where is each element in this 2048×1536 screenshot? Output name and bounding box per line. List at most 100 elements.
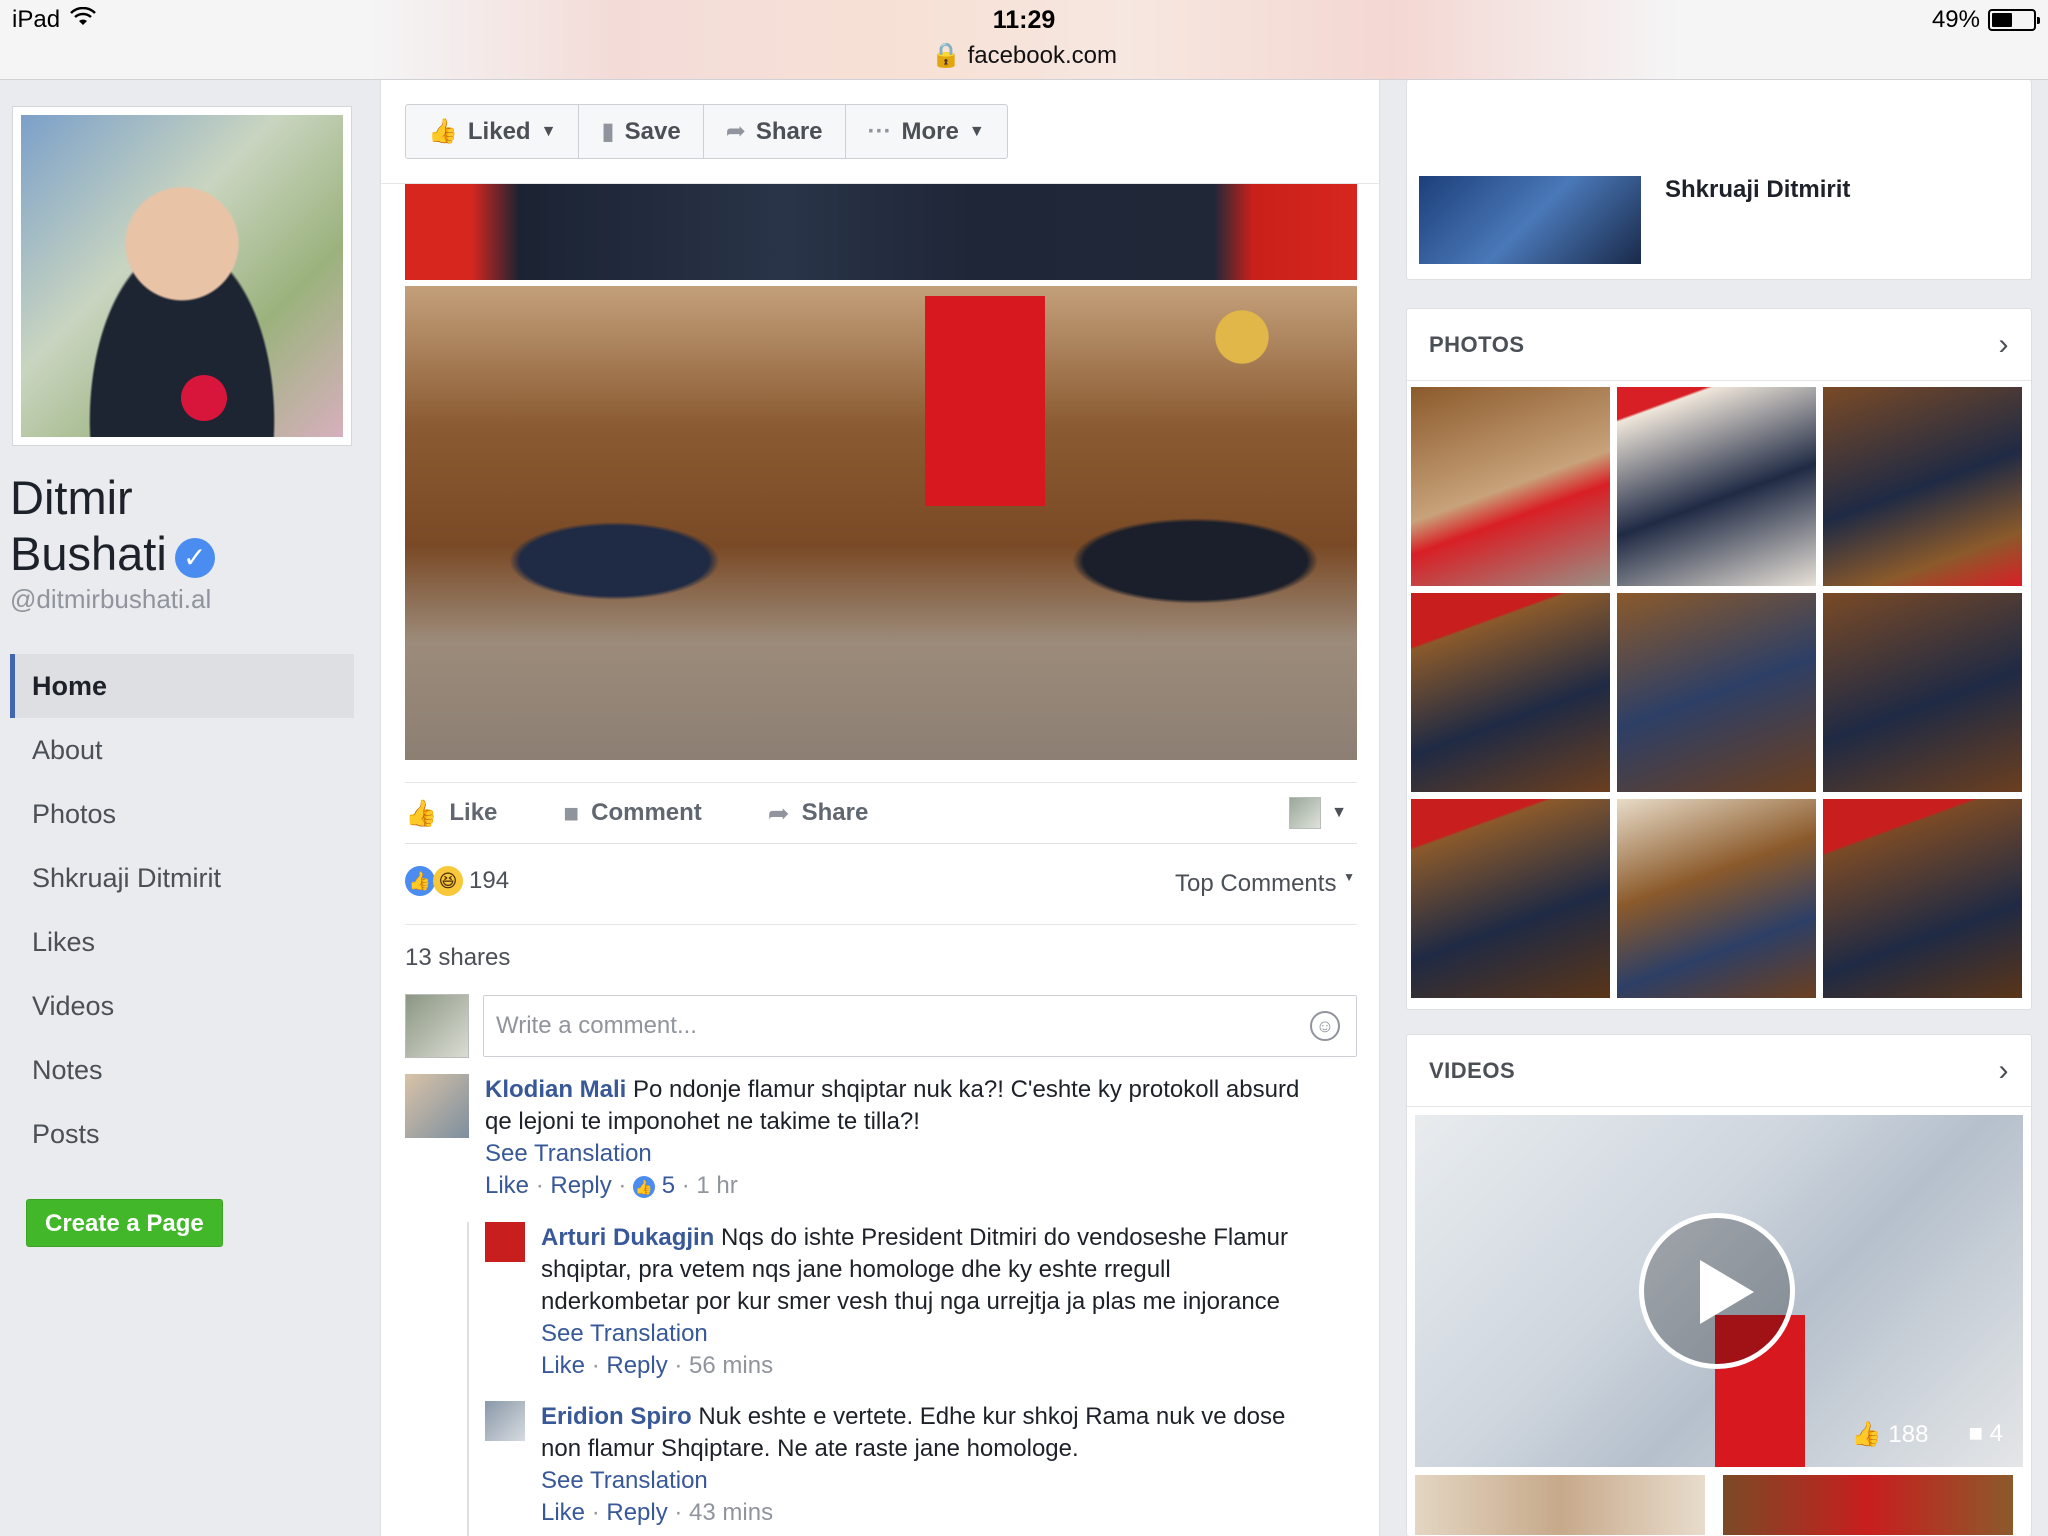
- post-column: 👍 Liked ▼ ▮ Save ➦ Share ··· More ▼ 👍 Li…: [380, 80, 1380, 1536]
- nav-item-videos[interactable]: Videos: [10, 974, 354, 1038]
- see-translation-link[interactable]: See Translation: [485, 1140, 652, 1167]
- comment-reply-link[interactable]: Reply: [606, 1499, 667, 1526]
- shkruaji-card: Shkruaji Ditmirit: [1406, 80, 2032, 280]
- page-name-line2: Bushati: [10, 527, 167, 580]
- caret-down-icon: ▼: [540, 122, 557, 140]
- more-button[interactable]: ··· More ▼: [846, 105, 1007, 158]
- comment-reply-link[interactable]: Reply: [550, 1172, 611, 1199]
- liked-button[interactable]: 👍 Liked ▼: [406, 105, 580, 158]
- nav-item-home[interactable]: Home: [10, 654, 354, 718]
- video-like-count: 188: [1888, 1421, 1929, 1448]
- videos-card: VIDEOS › 👍 188 ■ 4: [1406, 1034, 2032, 1536]
- photo-grid: [1407, 381, 2031, 1004]
- photo-thumbnail[interactable]: [1823, 387, 2022, 586]
- photo-thumbnail[interactable]: [1617, 387, 1816, 586]
- reaction-count: 194: [469, 867, 510, 894]
- emoji-icon[interactable]: ☺: [1310, 1011, 1340, 1041]
- comment-input[interactable]: Write a comment... ☺: [483, 995, 1357, 1057]
- commenter-avatar[interactable]: [405, 1074, 469, 1138]
- comment-body: Arturi Dukagjin Nqs do ishte President D…: [541, 1222, 1288, 1382]
- share-arrow-icon: ➦: [725, 118, 746, 145]
- ellipsis-icon: ···: [867, 117, 892, 145]
- comment-time[interactable]: 43 mins: [689, 1499, 773, 1526]
- save-button[interactable]: ▮ Save: [579, 105, 704, 158]
- share-count[interactable]: 13 shares: [405, 944, 510, 972]
- reaction-summary[interactable]: 👍 😆 194: [405, 866, 509, 896]
- lock-icon: 🔒: [931, 42, 961, 69]
- photos-header[interactable]: PHOTOS ›: [1407, 309, 2031, 381]
- comment-like-link[interactable]: Like: [485, 1172, 529, 1199]
- comment-text-cont: qe lejoni te imponohet ne takime te till…: [485, 1108, 920, 1135]
- share-arrow-icon: ➦: [767, 797, 790, 828]
- bookmark-icon: ▮: [601, 118, 615, 145]
- profile-picture-frame[interactable]: [12, 106, 352, 446]
- ios-status-bar: iPad 11:29 🔒 facebook.com 49%: [0, 0, 2048, 80]
- play-icon[interactable]: [1639, 1213, 1795, 1369]
- see-translation-link[interactable]: See Translation: [541, 1467, 708, 1494]
- post-photo-1[interactable]: [405, 184, 1357, 280]
- thumbs-up-icon: 👍: [405, 797, 438, 828]
- comment-time[interactable]: 1 hr: [696, 1172, 737, 1199]
- comment-like-link[interactable]: Like: [541, 1499, 585, 1526]
- comment-placeholder: Write a comment...: [496, 1012, 697, 1039]
- comment-text: Nuk eshte e vertete. Edhe kur shkoj Rama…: [698, 1403, 1286, 1430]
- comment-like-count[interactable]: 5: [662, 1172, 675, 1199]
- shkruaji-title[interactable]: Shkruaji Ditmirit: [1665, 176, 1850, 204]
- post-photo-2[interactable]: [405, 286, 1357, 760]
- comment-time[interactable]: 56 mins: [689, 1352, 773, 1379]
- comment-sort-dropdown[interactable]: Top Comments ▼: [1175, 870, 1355, 898]
- more-label: More: [901, 117, 959, 145]
- photo-thumbnail[interactable]: [1411, 387, 1610, 586]
- photo-thumbnail[interactable]: [1411, 799, 1610, 998]
- comment-button[interactable]: ■ Comment: [563, 798, 701, 829]
- reply-comment: Arturi Dukagjin Nqs do ishte President D…: [485, 1222, 1365, 1382]
- video-thumbnail[interactable]: [1415, 1475, 1705, 1535]
- nav-item-likes[interactable]: Likes: [10, 910, 354, 974]
- nav-item-photos[interactable]: Photos: [10, 782, 354, 846]
- featured-video[interactable]: 👍 188 ■ 4: [1415, 1115, 2023, 1467]
- shkruaji-thumbnail[interactable]: [1419, 176, 1641, 264]
- nav-item-notes[interactable]: Notes: [10, 1038, 354, 1102]
- nav-item-shkruaji-ditmirit[interactable]: Shkruaji Ditmirit: [10, 846, 354, 910]
- like-button[interactable]: 👍 Like: [405, 798, 497, 829]
- post-as-selector[interactable]: ▼: [1289, 797, 1347, 829]
- share-label: Share: [755, 117, 823, 145]
- photo-thumbnail[interactable]: [1617, 799, 1816, 998]
- page-name-line1: Ditmir: [10, 471, 133, 524]
- comment-meta: Like · Reply · 56 mins: [541, 1352, 774, 1379]
- commenter-avatar[interactable]: [485, 1401, 525, 1441]
- see-translation-link[interactable]: See Translation: [541, 1320, 708, 1347]
- commenter-name[interactable]: Klodian Mali: [485, 1076, 626, 1103]
- commenter-avatar[interactable]: [485, 1222, 525, 1262]
- comment-bubble-icon: ■: [1968, 1420, 1983, 1447]
- caret-down-icon: ▼: [1343, 870, 1355, 884]
- commenter-name[interactable]: Arturi Dukagjin: [541, 1224, 714, 1251]
- page-nav: Home About Photos Shkruaji Ditmirit Like…: [10, 654, 354, 1166]
- comment-composer: Write a comment... ☺: [405, 994, 1357, 1058]
- clock: 11:29: [992, 6, 1056, 34]
- videos-header[interactable]: VIDEOS ›: [1407, 1035, 2031, 1107]
- address-bar[interactable]: 🔒 facebook.com: [0, 41, 2048, 70]
- comment-text-cont: shqiptar, pra vetem nqs jane homologe dh…: [541, 1256, 1171, 1283]
- share-button[interactable]: ➦ Share: [704, 105, 846, 158]
- status-right: 49%: [1932, 6, 2040, 34]
- photo-thumbnail[interactable]: [1411, 593, 1610, 792]
- url-text: facebook.com: [967, 42, 1117, 69]
- reply-comment: Eridion Spiro Nuk eshte e vertete. Edhe …: [485, 1401, 1365, 1529]
- comment-like-link[interactable]: Like: [541, 1352, 585, 1379]
- photo-thumbnail[interactable]: [1823, 593, 2022, 792]
- photo-thumbnail[interactable]: [1617, 593, 1816, 792]
- comment-reply-link[interactable]: Reply: [606, 1352, 667, 1379]
- post-share-button[interactable]: ➦ Share: [768, 798, 869, 829]
- page-title[interactable]: Ditmir Bushati ✓: [10, 470, 370, 582]
- photo-thumbnail[interactable]: [1823, 799, 2022, 998]
- haha-reaction-icon: 😆: [433, 866, 463, 896]
- profile-picture[interactable]: [21, 115, 343, 437]
- page-action-bar: 👍 Liked ▼ ▮ Save ➦ Share ··· More ▼: [381, 80, 1379, 184]
- nav-item-about[interactable]: About: [10, 718, 354, 782]
- create-page-button[interactable]: Create a Page: [26, 1199, 223, 1247]
- video-thumbnail[interactable]: [1723, 1475, 2013, 1535]
- commenter-name[interactable]: Eridion Spiro: [541, 1403, 692, 1430]
- turkish-flag: [925, 296, 1045, 506]
- nav-item-posts[interactable]: Posts: [10, 1102, 354, 1166]
